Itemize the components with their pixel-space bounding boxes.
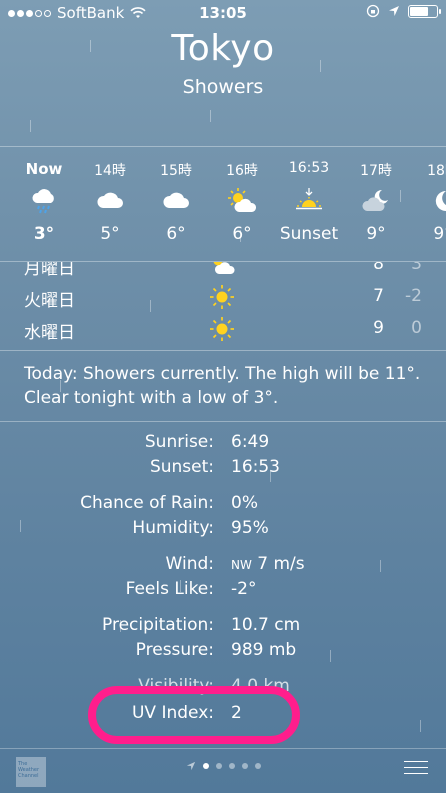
detail-key: Chance of Rain: — [80, 493, 214, 513]
day-name: 水曜日 — [24, 323, 75, 343]
city-name: Tokyo — [171, 28, 275, 69]
bottom-toolbar: The Weather Channel — [0, 748, 446, 793]
detail-key: Humidity: — [132, 518, 214, 538]
hour-label: 15時 — [160, 163, 192, 179]
detail-chance-of-rain: Chance of Rain: 0% — [0, 491, 446, 517]
day-name: 火曜日 — [24, 291, 75, 311]
detail-value: -2° — [231, 579, 257, 599]
detail-key: Pressure: — [135, 640, 214, 660]
hour-17: 17時 9° — [341, 147, 411, 244]
detail-value: 16:53 — [231, 457, 280, 477]
hour-14: 14時 5° — [75, 147, 145, 244]
detail-pressure: Pressure: 989 mb — [0, 638, 446, 664]
uv-index-highlight-ellipse — [88, 686, 300, 744]
page-dot — [241, 763, 248, 769]
detail-key: Feels Like: — [125, 579, 214, 599]
detail-key: Precipitation: — [102, 615, 214, 635]
hour-now: Now 3° — [9, 147, 79, 244]
list-icon[interactable] — [404, 761, 428, 779]
detail-value: NW 7 m/s — [231, 554, 305, 574]
page-dot — [254, 763, 261, 769]
hour-temp: 3° — [33, 224, 55, 244]
detail-value: 10.7 cm — [231, 615, 301, 635]
hour-18: 18時 9° — [408, 147, 446, 244]
daily-row: 水曜日 9 0 — [0, 312, 446, 344]
detail-value: 989 mb — [231, 640, 297, 660]
partly-sunny-icon — [208, 262, 236, 280]
hour-label: 16時 — [226, 163, 258, 179]
battery-icon — [408, 4, 441, 18]
cloud-icon — [75, 178, 145, 224]
day-low: 3 — [411, 262, 422, 274]
daily-row: 火曜日 7 -2 — [0, 280, 446, 312]
day-low: -2 — [405, 286, 422, 306]
moon-icon — [408, 178, 446, 224]
cloud-icon — [141, 178, 211, 224]
sunset-icon — [274, 178, 344, 224]
detail-sunset: Sunset: 16:53 — [0, 455, 446, 481]
page-dot — [215, 763, 222, 769]
hour-label: Now — [25, 160, 63, 178]
hour-temp: 9° — [433, 224, 446, 244]
hour-16: 16時 6° — [207, 147, 277, 244]
detail-key: Sunrise: — [144, 432, 214, 452]
status-bar: SoftBank 13:05 — [0, 0, 446, 26]
daily-forecast[interactable]: 月曜日 8 3 火曜日 7 -2 水曜日 9 0 — [0, 262, 446, 350]
forecast-summary: Today: Showers currently. The high will … — [0, 350, 446, 422]
hour-temp: 9° — [366, 224, 386, 244]
hour-temp: Sunset — [279, 224, 339, 244]
hour-sunset: 16:53 Sunset — [274, 147, 344, 244]
location-arrow-icon — [186, 761, 195, 771]
page-dot — [228, 763, 235, 769]
wind-speed: 7 m/s — [257, 554, 305, 574]
location-arrow-icon — [389, 6, 399, 16]
wind-direction: NW — [231, 558, 252, 572]
detail-value: 6:49 — [231, 432, 270, 452]
detail-value: 0% — [231, 493, 258, 513]
day-name: 月曜日 — [24, 262, 75, 279]
day-high: 8 — [373, 262, 384, 274]
page-indicator[interactable] — [0, 761, 446, 771]
hour-temp: 6° — [166, 224, 186, 244]
day-high: 9 — [373, 318, 384, 338]
hour-label: 16:53 — [288, 160, 330, 176]
hour-label: 18時 — [427, 163, 446, 179]
detail-precipitation: Precipitation: 10.7 cm — [0, 613, 446, 639]
sun-icon — [208, 284, 236, 314]
detail-humidity: Humidity: 95% — [0, 516, 446, 542]
detail-key: Wind: — [165, 554, 214, 574]
rotation-lock-icon — [366, 4, 380, 18]
detail-wind: Wind: NW 7 m/s — [0, 552, 446, 578]
cloud-moon-icon — [341, 178, 411, 224]
day-high: 7 — [373, 286, 384, 306]
detail-value: 95% — [231, 518, 269, 538]
hour-temp: 5° — [100, 224, 120, 244]
detail-feels-like: Feels Like: -2° — [0, 577, 446, 603]
hour-label: 14時 — [94, 163, 126, 179]
rain-cloud-icon — [9, 178, 79, 224]
hourly-forecast[interactable]: Now 3° 14時 5° 15時 6° 16時 6° 16:53 Sunset… — [0, 146, 446, 262]
hour-temp: 6° — [232, 224, 252, 244]
sun-icon — [208, 316, 236, 346]
detail-key: Sunset: — [149, 457, 214, 477]
hour-label: 17時 — [360, 163, 392, 179]
daily-row: 月曜日 8 3 — [0, 262, 446, 280]
partly-sunny-icon — [207, 178, 277, 224]
current-condition: Showers — [182, 76, 264, 98]
hour-15: 15時 6° — [141, 147, 211, 244]
page-dot — [202, 763, 209, 769]
day-low: 0 — [411, 318, 422, 338]
detail-sunrise: Sunrise: 6:49 — [0, 430, 446, 456]
